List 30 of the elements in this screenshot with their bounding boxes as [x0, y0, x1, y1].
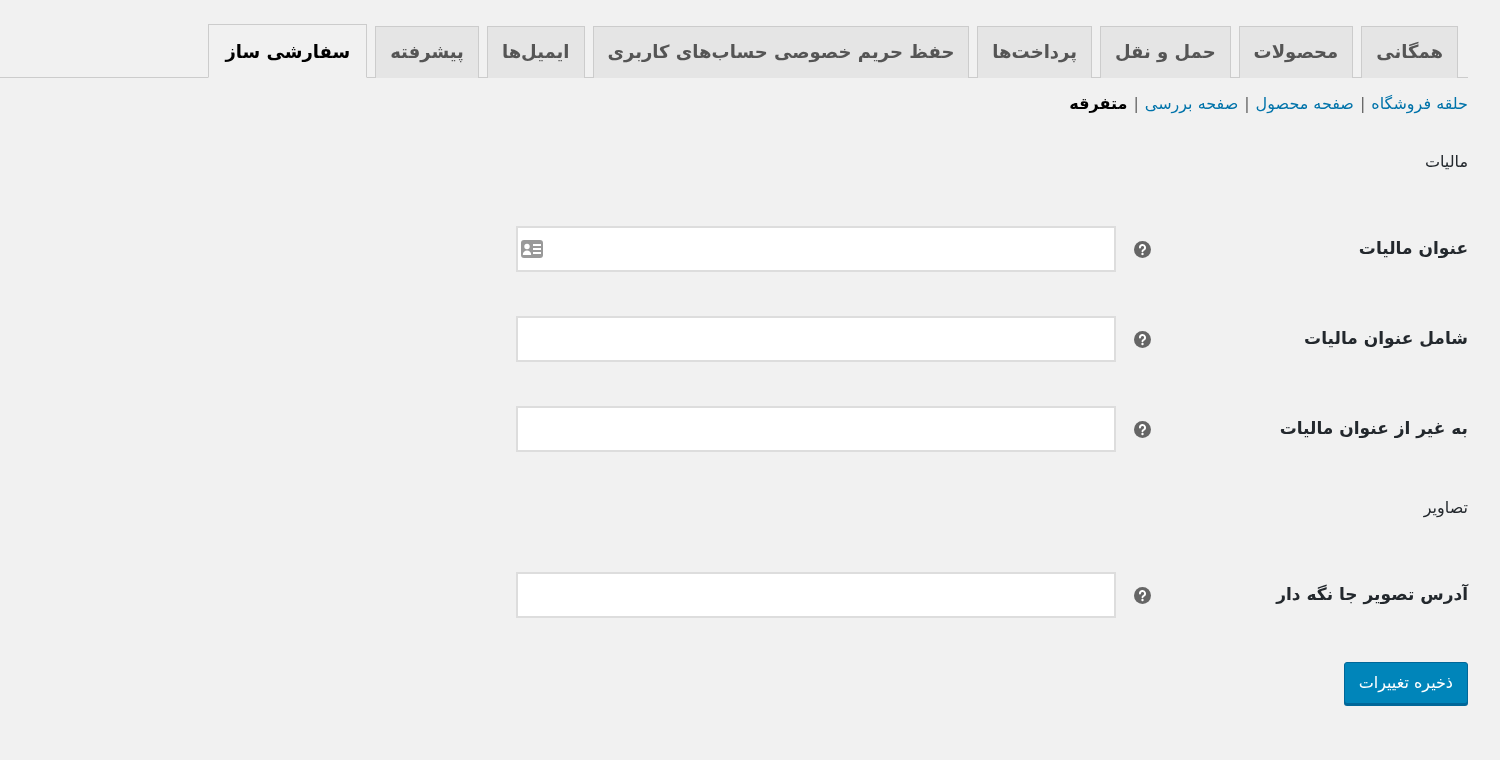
- separator: |: [1133, 93, 1139, 115]
- tab[interactable]: پرداخت‌ها: [977, 26, 1092, 78]
- tab[interactable]: پیشرفته: [375, 26, 479, 78]
- field-label: به غیر از عنوان مالیات: [1278, 417, 1468, 441]
- input-field[interactable]: [516, 572, 1116, 618]
- field-label: عنوان مالیات: [1357, 237, 1468, 261]
- help-icon: [1134, 586, 1151, 604]
- help-icon: [1134, 330, 1151, 348]
- subnav-link[interactable]: صفحه بررسی: [1144, 92, 1239, 116]
- separator: |: [1244, 93, 1250, 115]
- section-heading: تصاویر: [1422, 497, 1468, 520]
- help-icon: [1134, 420, 1151, 438]
- field-label: آدرس تصویر جا نگه دار: [1274, 583, 1468, 607]
- subnav-link[interactable]: صفحه محصول: [1255, 92, 1354, 116]
- subnav-link[interactable]: متفرقه: [1069, 92, 1128, 116]
- help-icon: [1134, 240, 1151, 258]
- tab[interactable]: ایمیل‌ها: [486, 26, 585, 78]
- tab[interactable]: حمل و نقل: [1100, 26, 1231, 78]
- tab[interactable]: همگانی: [1361, 26, 1458, 78]
- field-label: شامل عنوان مالیات: [1303, 327, 1468, 351]
- save-button[interactable]: ذخیره تغییرات: [1343, 662, 1468, 704]
- tab[interactable]: حفظ حریم خصوصی حساب‌های کاربری: [592, 26, 970, 78]
- input-field[interactable]: [516, 316, 1116, 362]
- section-heading: مالیات: [1423, 151, 1468, 173]
- input-field[interactable]: [516, 406, 1116, 452]
- separator: |: [1359, 93, 1366, 115]
- tab[interactable]: سفارشی ساز: [208, 24, 368, 78]
- tab[interactable]: محصولات: [1238, 26, 1354, 78]
- input-field[interactable]: [516, 226, 1116, 272]
- subnav-link[interactable]: حلقه فروشگاه: [1371, 92, 1468, 116]
